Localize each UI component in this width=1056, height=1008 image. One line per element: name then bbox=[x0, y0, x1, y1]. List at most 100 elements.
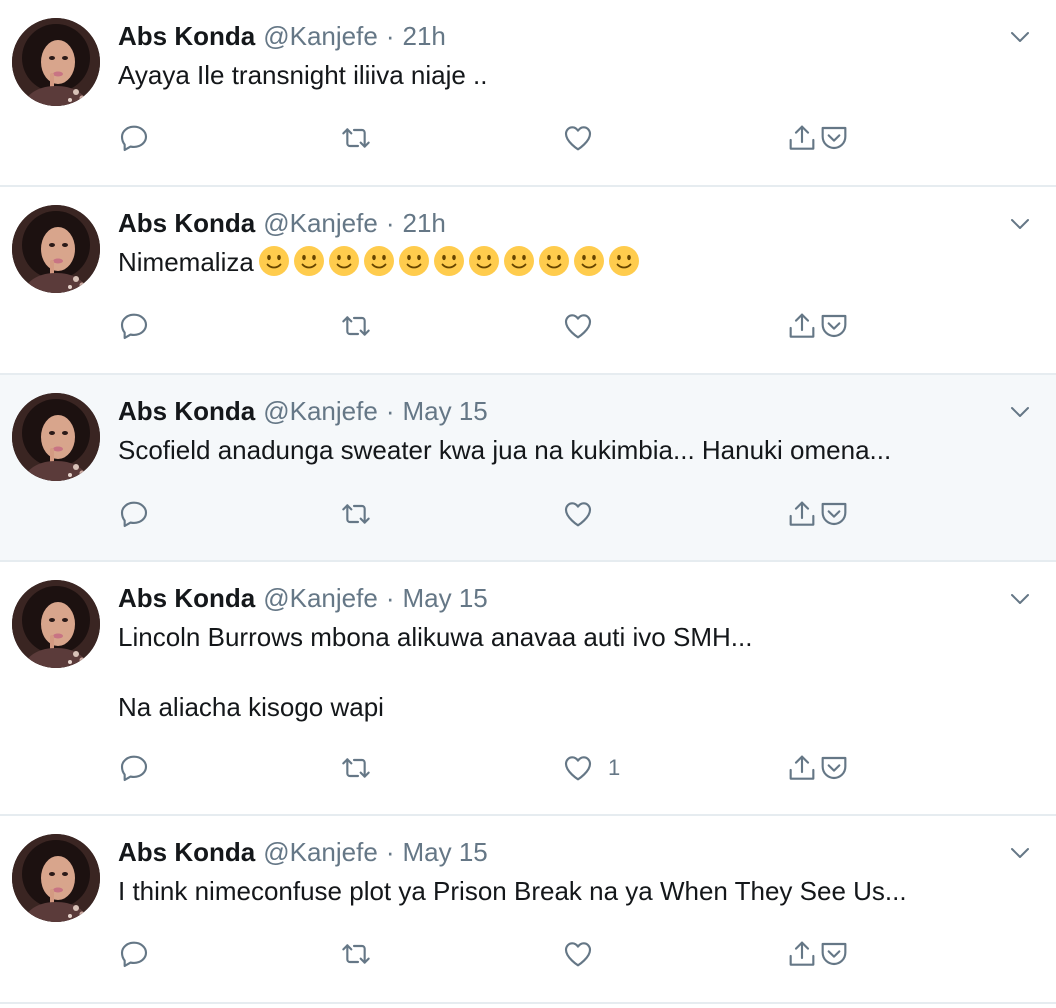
slightly-smiling-face-icon bbox=[363, 245, 395, 277]
separator: · bbox=[385, 837, 395, 867]
tweet-paragraph: Na aliacha kisogo wapi bbox=[118, 692, 384, 722]
pocket-icon[interactable] bbox=[818, 310, 850, 342]
slightly-smiling-face-icon bbox=[328, 245, 360, 277]
retweet-button[interactable] bbox=[340, 496, 372, 532]
slightly-smiling-face-icon bbox=[573, 245, 605, 277]
chevron-down-icon[interactable] bbox=[1008, 28, 1032, 46]
timestamp[interactable]: 21h bbox=[402, 208, 445, 238]
timestamp[interactable]: May 15 bbox=[402, 583, 487, 613]
tweet-header: Abs Konda @Kanjefe · 21h bbox=[118, 19, 446, 53]
tweet-paragraph-text: Nimemaliza bbox=[118, 247, 254, 277]
tweet-actions bbox=[118, 496, 878, 532]
reply-button[interactable] bbox=[118, 308, 150, 344]
tweet-text: Scofield anadunga sweater kwa jua na kuk… bbox=[118, 431, 1018, 469]
reply-icon bbox=[118, 498, 150, 530]
reply-button[interactable] bbox=[118, 120, 150, 156]
slightly-smiling-face-icon bbox=[293, 245, 325, 277]
tweet-paragraph: Ayaya Ile transnight iliiva niaje .. bbox=[118, 60, 488, 90]
share-button[interactable] bbox=[786, 936, 850, 972]
slightly-smiling-face-icon bbox=[398, 245, 430, 277]
avatar[interactable] bbox=[12, 205, 100, 293]
reply-icon bbox=[118, 938, 150, 970]
display-name[interactable]: Abs Konda bbox=[118, 583, 255, 613]
heart-icon bbox=[562, 752, 594, 784]
like-button[interactable] bbox=[562, 308, 608, 344]
timestamp[interactable]: May 15 bbox=[402, 396, 487, 426]
user-handle[interactable]: @Kanjefe bbox=[263, 396, 378, 426]
retweet-icon bbox=[340, 498, 372, 530]
tweet-text: I think nimeconfuse plot ya Prison Break… bbox=[118, 872, 1018, 910]
user-handle[interactable]: @Kanjefe bbox=[263, 208, 378, 238]
retweet-button[interactable] bbox=[340, 308, 372, 344]
tweet[interactable]: Abs Konda @Kanjefe · May 15 Scofield anadun… bbox=[0, 375, 1056, 562]
avatar[interactable] bbox=[12, 834, 100, 922]
heart-icon bbox=[562, 498, 594, 530]
share-icon bbox=[786, 752, 818, 784]
pocket-icon[interactable] bbox=[818, 938, 850, 970]
reply-button[interactable] bbox=[118, 750, 150, 786]
like-button[interactable]: 1 bbox=[562, 750, 620, 786]
retweet-button[interactable] bbox=[340, 120, 372, 156]
tweet-text: Ayaya Ile transnight iliiva niaje .. bbox=[118, 56, 1018, 94]
chevron-down-icon[interactable] bbox=[1008, 215, 1032, 233]
reply-icon bbox=[118, 310, 150, 342]
display-name[interactable]: Abs Konda bbox=[118, 208, 255, 238]
display-name[interactable]: Abs Konda bbox=[118, 396, 255, 426]
slightly-smiling-face-icon bbox=[468, 245, 500, 277]
separator: · bbox=[385, 583, 395, 613]
share-button[interactable] bbox=[786, 750, 850, 786]
chevron-down-icon[interactable] bbox=[1008, 590, 1032, 608]
tweet[interactable]: Abs Konda @Kanjefe · May 15 Lincoln Burrows… bbox=[0, 562, 1056, 816]
slightly-smiling-face-icon bbox=[608, 245, 640, 277]
tweet-text: Lincoln Burrows mbona alikuwa anavaa aut… bbox=[118, 618, 1018, 726]
display-name[interactable]: Abs Konda bbox=[118, 837, 255, 867]
user-handle[interactable]: @Kanjefe bbox=[263, 837, 378, 867]
chevron-down-icon[interactable] bbox=[1008, 403, 1032, 421]
pocket-icon[interactable] bbox=[818, 752, 850, 784]
timestamp[interactable]: 21h bbox=[402, 21, 445, 51]
tweet-header: Abs Konda @Kanjefe · May 15 bbox=[118, 394, 488, 428]
separator: · bbox=[385, 208, 395, 238]
separator: · bbox=[385, 396, 395, 426]
like-button[interactable] bbox=[562, 936, 608, 972]
retweet-icon bbox=[340, 938, 372, 970]
share-icon bbox=[786, 938, 818, 970]
tweet-paragraph: Scofield anadunga sweater kwa jua na kuk… bbox=[118, 435, 892, 465]
tweet-actions bbox=[118, 936, 878, 972]
avatar[interactable] bbox=[12, 18, 100, 106]
like-button[interactable] bbox=[562, 120, 608, 156]
share-button[interactable] bbox=[786, 120, 850, 156]
timestamp[interactable]: May 15 bbox=[402, 837, 487, 867]
avatar[interactable] bbox=[12, 580, 100, 668]
tweet-header: Abs Konda @Kanjefe · May 15 bbox=[118, 581, 488, 615]
chevron-down-icon[interactable] bbox=[1008, 844, 1032, 862]
reply-icon bbox=[118, 122, 150, 154]
reply-button[interactable] bbox=[118, 936, 150, 972]
retweet-button[interactable] bbox=[340, 750, 372, 786]
user-handle[interactable]: @Kanjefe bbox=[263, 21, 378, 51]
slightly-smiling-face-icon bbox=[258, 245, 290, 277]
like-count: 1 bbox=[608, 755, 621, 780]
like-button[interactable] bbox=[562, 496, 608, 532]
retweet-button[interactable] bbox=[340, 936, 372, 972]
tweet-paragraph: I think nimeconfuse plot ya Prison Break… bbox=[118, 876, 907, 906]
share-button[interactable] bbox=[786, 496, 850, 532]
emoji-row bbox=[258, 245, 640, 277]
slightly-smiling-face-icon bbox=[433, 245, 465, 277]
tweet[interactable]: Abs Konda @Kanjefe · 21h Ayaya Ile transnig… bbox=[0, 0, 1056, 187]
avatar[interactable] bbox=[12, 393, 100, 481]
tweet-header: Abs Konda @Kanjefe · 21h bbox=[118, 206, 446, 240]
reply-button[interactable] bbox=[118, 496, 150, 532]
tweet-paragraph: Lincoln Burrows mbona alikuwa anavaa aut… bbox=[118, 622, 753, 652]
pocket-icon[interactable] bbox=[818, 122, 850, 154]
share-icon bbox=[786, 310, 818, 342]
share-button[interactable] bbox=[786, 308, 850, 344]
display-name[interactable]: Abs Konda bbox=[118, 21, 255, 51]
user-handle[interactable]: @Kanjefe bbox=[263, 583, 378, 613]
tweet[interactable]: Abs Konda @Kanjefe · May 15 I think nimecon… bbox=[0, 816, 1056, 1004]
tweet[interactable]: Abs Konda @Kanjefe · 21h Nimemaliza bbox=[0, 187, 1056, 375]
pocket-icon[interactable] bbox=[818, 498, 850, 530]
heart-icon bbox=[562, 122, 594, 154]
tweet-actions bbox=[118, 120, 878, 156]
reply-icon bbox=[118, 752, 150, 784]
